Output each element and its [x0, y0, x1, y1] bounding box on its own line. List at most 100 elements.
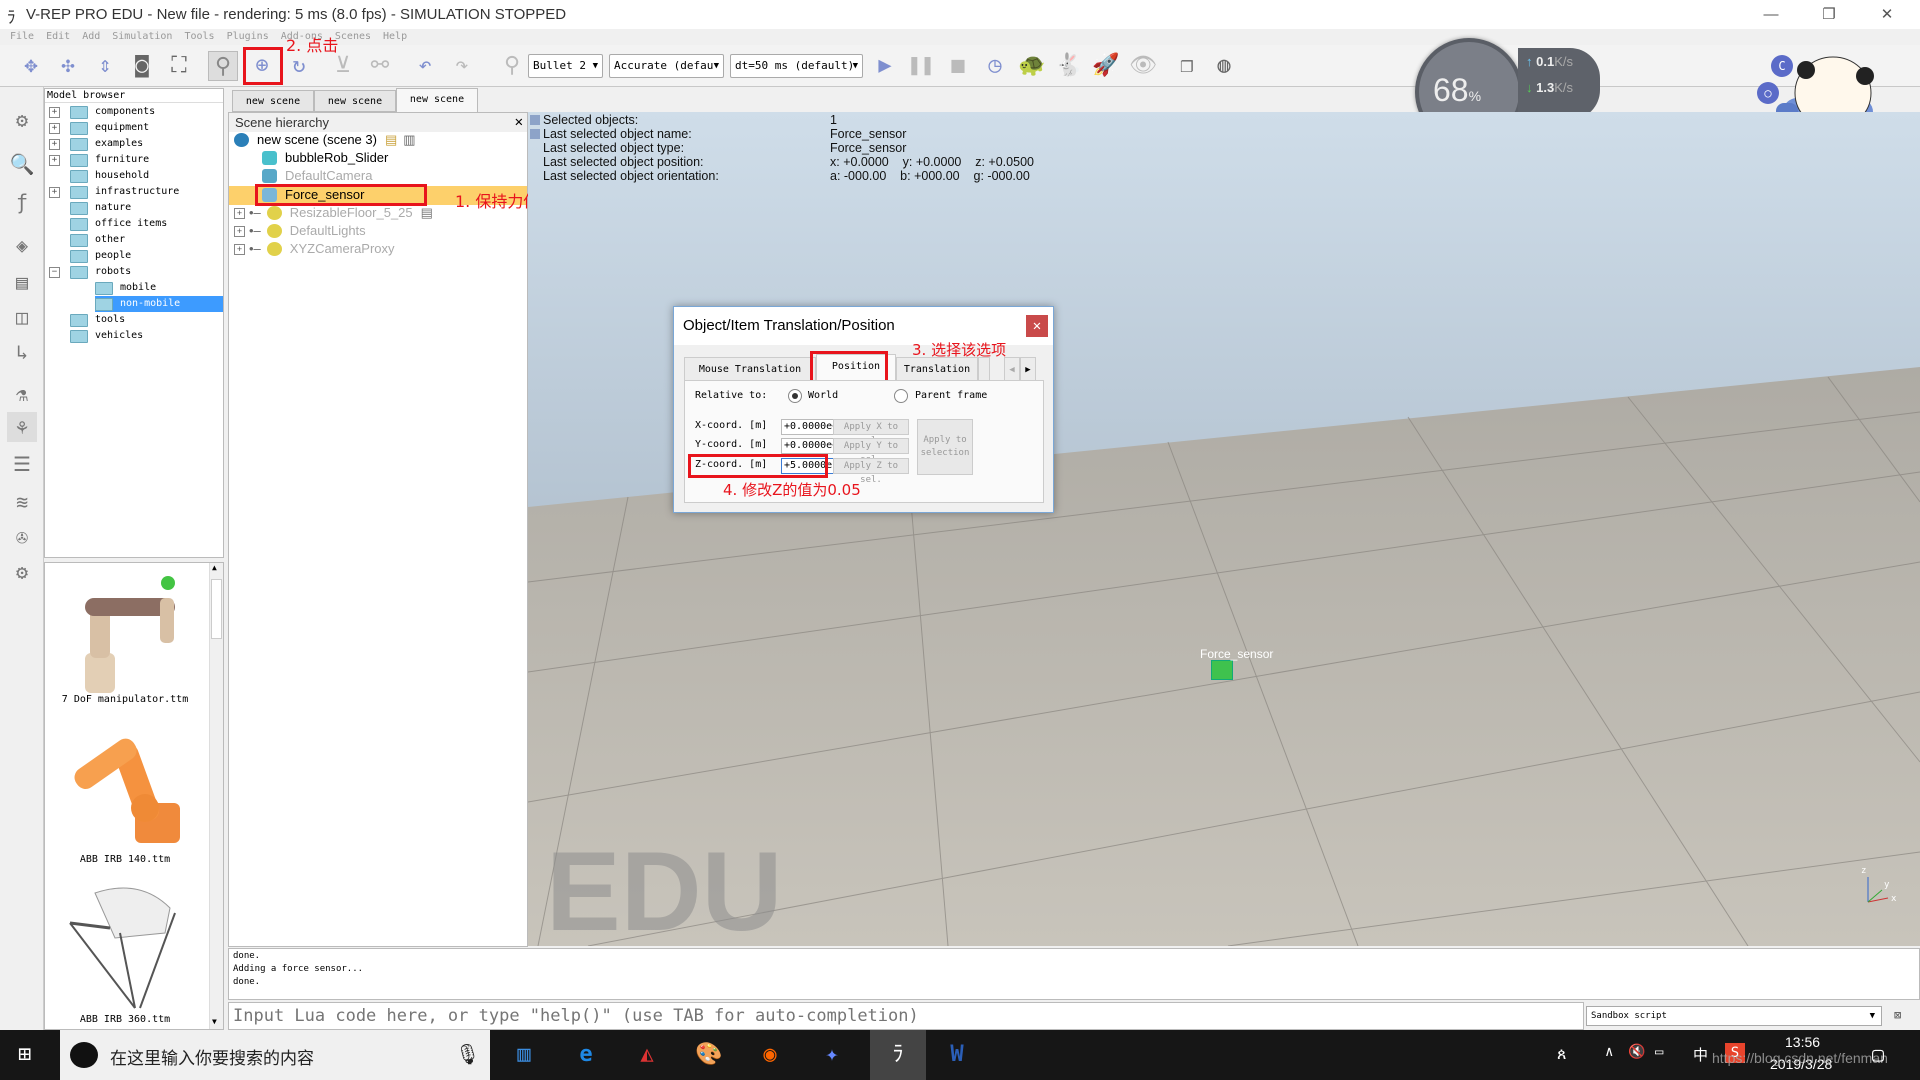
tab-scroll-left-icon[interactable]: ◀ [1004, 357, 1020, 381]
network-icon[interactable]: ▭ [1655, 1044, 1663, 1060]
radio-world[interactable] [788, 389, 802, 403]
camera-shift-icon[interactable]: ⇕ [90, 51, 120, 81]
menu-help[interactable]: Help [383, 29, 407, 45]
close-icon[interactable]: ⊠ [1894, 1008, 1901, 1022]
properties-icon[interactable]: ▥ [403, 131, 415, 149]
apply-to-selection-button[interactable]: Apply to selection [917, 419, 973, 475]
taskbar-search-box[interactable]: 在这里输入你要搜索的内容 🎙 [60, 1030, 490, 1080]
click-selection-icon[interactable]: ⚲ [208, 51, 238, 81]
ime-indicator[interactable]: 中 [1693, 1044, 1708, 1065]
radio-parent-frame[interactable] [894, 389, 908, 403]
transfer-dna-icon[interactable]: ⚯ [365, 51, 395, 81]
path-edit-icon[interactable]: ↳ [7, 337, 37, 367]
fit-to-view-icon[interactable]: ⛶ [164, 51, 194, 81]
redo-icon[interactable]: ↷ [447, 51, 477, 81]
dynamics-toggle-icon[interactable]: ⚲ [497, 51, 527, 81]
model-folder-mobile[interactable]: mobile [95, 280, 156, 296]
taskbar-app-icon[interactable]: ◭ [630, 1040, 664, 1070]
script-icon[interactable]: ▤ [421, 204, 433, 222]
apply-x-button[interactable]: Apply X to sel. [833, 419, 909, 446]
tab-mouse-translation[interactable]: Mouse Translation [684, 357, 816, 381]
menu-tools[interactable]: Tools [184, 29, 214, 45]
clock-time[interactable]: 13:56 [1785, 1034, 1820, 1050]
expand-icon[interactable]: + [234, 243, 245, 255]
notifications-icon[interactable]: ▢ [1872, 1042, 1884, 1066]
minimize-button[interactable]: — [1742, 0, 1800, 29]
edge-icon[interactable]: e [569, 1040, 603, 1070]
apply-y-button[interactable]: Apply Y to sel. [833, 438, 909, 465]
menu-scenes[interactable]: Scenes [335, 29, 371, 45]
hierarchy-root[interactable]: new scene (scene 3) ▤ ▥ [234, 131, 416, 149]
model-folder-components[interactable]: + components [49, 104, 155, 120]
tab-scene-3[interactable]: new scene [396, 88, 478, 112]
script-select[interactable]: Sandbox script ▼ [1586, 1006, 1882, 1026]
undo-icon[interactable]: ↶ [410, 51, 440, 81]
model-folder-furniture[interactable]: + furniture [49, 152, 149, 168]
physics-engine-dropdown[interactable]: Bullet 2 ▼ [528, 54, 603, 78]
hierarchy-item-defaultcamera[interactable]: DefaultCamera [262, 167, 372, 185]
restore-button[interactable]: ❐ [1800, 0, 1858, 29]
model-folder-office-items[interactable]: office items [70, 216, 167, 232]
expand-icon[interactable]: + [49, 106, 60, 118]
model-folder-other[interactable]: other [70, 232, 125, 248]
model-folder-robots[interactable]: − robots [49, 264, 131, 280]
force-sensor-object[interactable] [1211, 660, 1233, 680]
menu-add[interactable]: Add [82, 29, 100, 45]
vrep-taskbar-icon[interactable]: ﾗ [870, 1030, 926, 1080]
scripts-icon[interactable]: ▤ [7, 267, 37, 297]
object-properties-icon[interactable]: 🔍 [7, 149, 37, 179]
model-folder-infrastructure[interactable]: + infrastructure [49, 184, 179, 200]
script-icon[interactable]: ▤ [385, 131, 397, 149]
camera-rotate-icon[interactable]: ✣ [53, 51, 83, 81]
shape-edit-icon[interactable]: ◫ [7, 302, 37, 332]
model-folder-household[interactable]: household [70, 168, 149, 184]
model-folder-examples[interactable]: + examples [49, 136, 143, 152]
selection-icon[interactable]: ⚗ [7, 379, 37, 409]
microphone-icon[interactable]: 🎙 [455, 1042, 480, 1066]
volume-icon[interactable]: 🔇 [1628, 1044, 1645, 1060]
model-folder-tools[interactable]: tools [70, 312, 125, 328]
dialog-close-button[interactable]: ✕ [1026, 315, 1048, 337]
collapse-info-icon[interactable] [530, 115, 540, 125]
close-icon[interactable]: ✕ [515, 114, 523, 130]
menu-file[interactable]: File [10, 29, 34, 45]
slower-icon[interactable]: 🐢 [1017, 51, 1047, 81]
visualization-icon[interactable]: 👁 [1128, 51, 1158, 81]
taskbar-app-icon[interactable]: ✦ [815, 1040, 849, 1070]
status-console[interactable]: done. Adding a force sensor... done. [228, 948, 1920, 1000]
simulation-settings-icon[interactable]: ⚙ [7, 105, 37, 135]
menu-edit[interactable]: Edit [46, 29, 70, 45]
hierarchy-item-bubblerob-slider[interactable]: bubbleRob_Slider [262, 149, 388, 167]
menu-simulation[interactable]: Simulation [112, 29, 172, 45]
thumbnail-abb-irb-360[interactable] [60, 883, 185, 1013]
thumbnail-7dof-manipulator[interactable] [65, 573, 185, 693]
model-folder-nature[interactable]: nature [70, 200, 131, 216]
user-settings-icon[interactable]: ⚙ [7, 557, 37, 587]
toggle-info-icon[interactable] [530, 129, 540, 139]
camera-angle-icon[interactable]: ◙ [127, 51, 157, 81]
3d-viewport[interactable]: EDU Force_sensor z y x [528, 112, 1920, 946]
stop-icon[interactable]: ■ [943, 51, 973, 81]
collections-icon[interactable]: ◈ [7, 230, 37, 260]
thumbnails-scrollbar[interactable]: ▲ ▼ [209, 563, 223, 1029]
play-icon[interactable]: ▶ [870, 51, 900, 81]
close-button[interactable]: ✕ [1858, 0, 1916, 29]
page-selector-icon[interactable]: ❐ [1172, 51, 1202, 81]
scroll-up-icon[interactable]: ▲ [212, 563, 217, 572]
c-badge-icon[interactable]: C [1771, 55, 1793, 77]
video-recorder-icon[interactable]: ✇ [7, 522, 37, 552]
paint-icon[interactable]: 🎨 [692, 1040, 726, 1070]
tab-scene-2[interactable]: new scene [314, 90, 396, 112]
model-folder-equipment[interactable]: + equipment [49, 120, 149, 136]
camera-pan-icon[interactable]: ✥ [16, 51, 46, 81]
tab-translation[interactable]: Translation [896, 357, 978, 381]
scrollbar-thumb[interactable] [211, 579, 222, 639]
expand-icon[interactable]: + [49, 186, 60, 198]
real-time-icon[interactable]: ◷ [980, 51, 1010, 81]
accuracy-dropdown[interactable]: Accurate (defau ▼ [609, 54, 724, 78]
taskbar-app-icon[interactable]: ▥ [507, 1040, 541, 1070]
hierarchy-item-defaultlights[interactable]: + •– DefaultLights [234, 222, 366, 240]
thumbnail-abb-irb-140[interactable] [65, 723, 185, 848]
tab-overflow[interactable] [978, 357, 990, 381]
expand-icon[interactable]: + [234, 225, 245, 237]
